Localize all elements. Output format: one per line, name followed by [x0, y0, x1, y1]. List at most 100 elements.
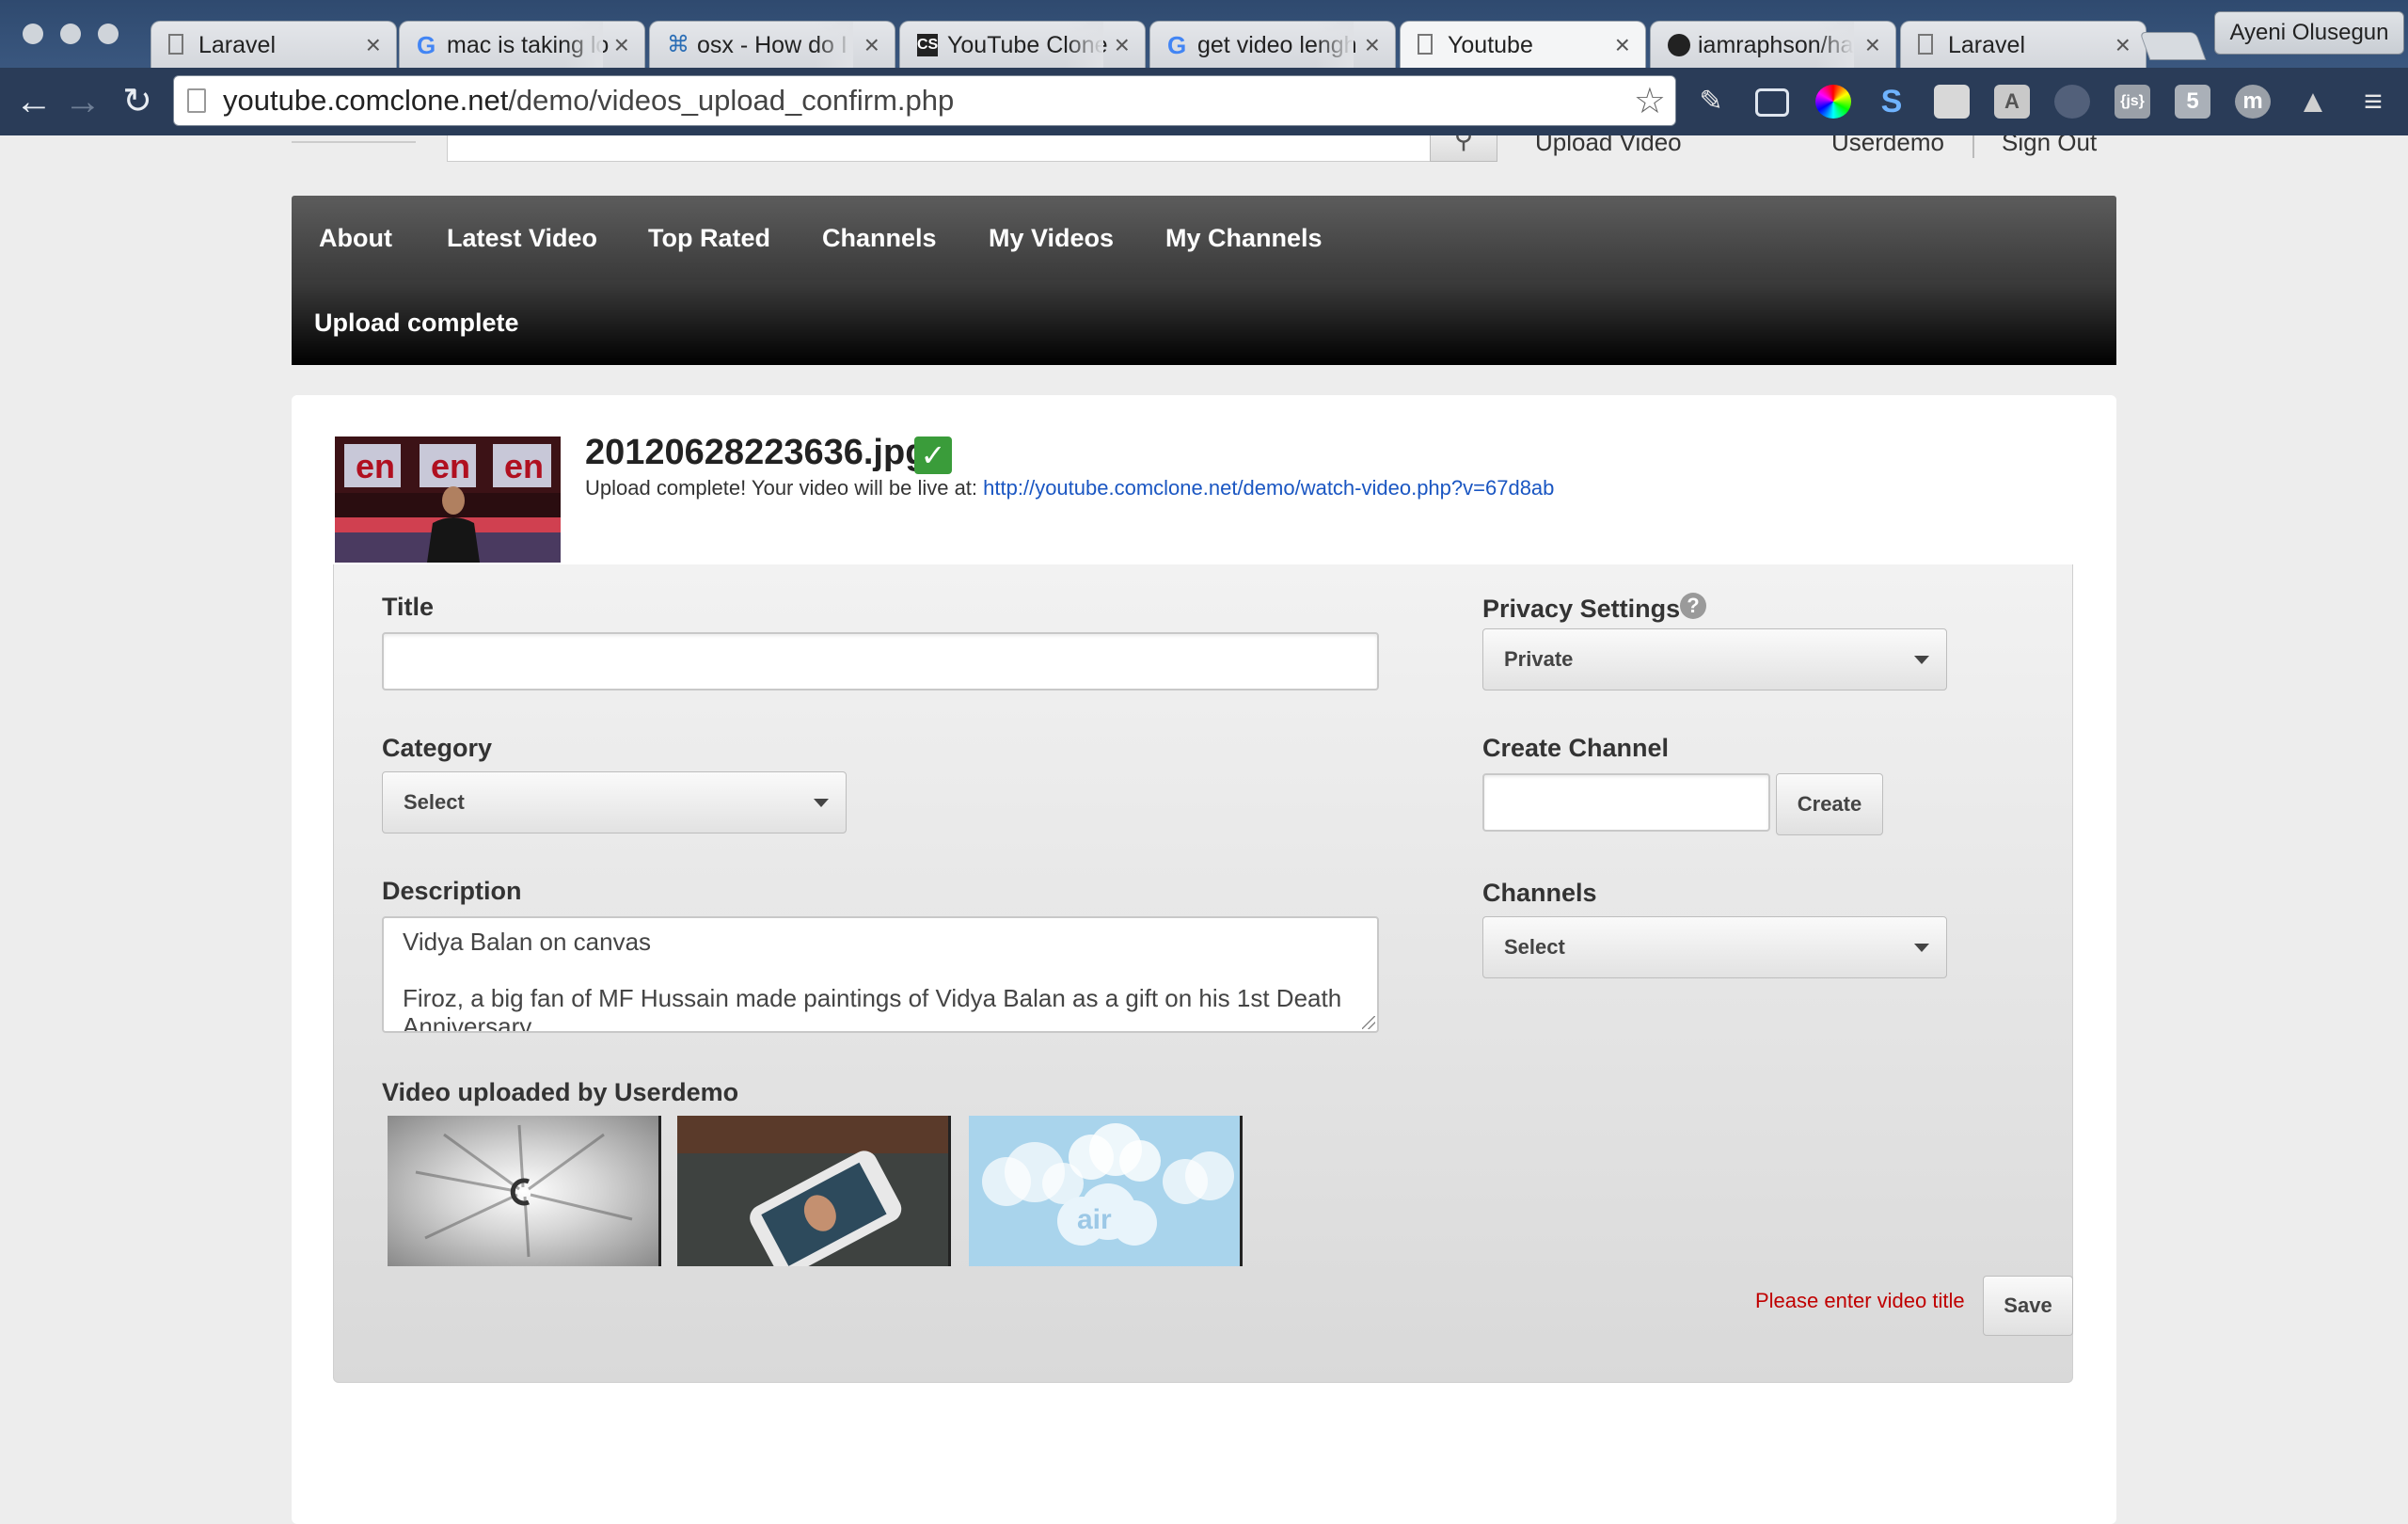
browser-tab-active[interactable]: Youtube × [1400, 21, 1646, 68]
shield-icon[interactable] [2054, 85, 2090, 119]
category-label: Category [382, 734, 493, 762]
close-icon[interactable]: × [1865, 22, 1880, 68]
create-button[interactable]: Create [1776, 773, 1883, 835]
description-line: Firoz, a big fan of MF Hussain made pain… [403, 984, 1342, 1033]
privacy-label: Privacy Settings [1482, 595, 1681, 623]
drive-icon[interactable]: ▲ [2295, 85, 2331, 119]
svg-text:en: en [431, 447, 470, 485]
address-bar[interactable]: youtube.comclone.net/demo/videos_upload_… [173, 75, 1676, 126]
eyedropper-icon[interactable]: ✎ [1693, 85, 1729, 119]
create-channel-label: Create Channel [1482, 734, 1670, 762]
site-header: ⚲ Upload Video Userdemo Sign Out [0, 135, 2408, 164]
url-text: youtube.comclone.net/demo/videos_upload_… [223, 76, 954, 125]
back-arrow-icon[interactable]: ← [13, 81, 55, 122]
page-icon [1418, 34, 1433, 55]
window-minimize-dot[interactable] [60, 24, 81, 44]
nav-my-channels[interactable]: My Channels [1165, 196, 1323, 280]
browser-tab[interactable]: iamraphson/ha × [1650, 21, 1896, 68]
browser-tab[interactable]: Laravel × [1900, 21, 2147, 68]
channels-label: Channels [1482, 879, 1597, 907]
tab-title: Youtube [1448, 32, 1533, 58]
search-icon: ⚲ [1453, 135, 1474, 153]
search-input[interactable] [447, 135, 1433, 162]
category-select[interactable]: Select [382, 771, 847, 833]
validation-error: Please enter video title [1755, 1289, 1965, 1312]
browser-tab-strip: Laravel × G mac is taking lo × ⌘ osx - H… [0, 0, 2408, 68]
profile-button[interactable]: Ayeni Olusegun [2214, 11, 2404, 55]
close-icon[interactable]: × [1115, 22, 1130, 68]
angular-icon[interactable]: A [1994, 85, 2030, 119]
m-icon[interactable]: m [2235, 85, 2271, 119]
chevron-down-icon [1914, 656, 1929, 664]
help-icon[interactable]: ? [1680, 593, 1706, 619]
new-tab-button[interactable] [2139, 32, 2207, 60]
user-link[interactable]: Userdemo [1831, 135, 1944, 157]
reload-icon[interactable]: ↻ [117, 81, 158, 122]
box-icon[interactable] [1934, 85, 1970, 119]
channels-select-value: Select [1504, 935, 1565, 959]
browser-tab[interactable]: Laravel × [150, 21, 397, 68]
video-watch-link[interactable]: http://youtube.comclone.net/demo/watch-v… [983, 476, 1554, 500]
close-icon[interactable]: × [1365, 22, 1380, 68]
browser-tab[interactable]: ⌘ osx - How do I × [649, 21, 895, 68]
bookmark-star-icon[interactable]: ☆ [1634, 80, 1666, 122]
upload-video-link[interactable]: Upload Video [1535, 135, 1682, 157]
command-key-icon: ⌘ [667, 32, 689, 57]
close-icon[interactable]: × [864, 22, 879, 68]
category-select-value: Select [404, 790, 465, 814]
nav-channels[interactable]: Channels [822, 196, 937, 280]
main-nav: About Latest Video Top Rated Channels My… [292, 196, 2116, 280]
svg-text:en: en [504, 447, 544, 485]
screen-icon[interactable] [1755, 88, 1789, 117]
uploaded-file-name: 20120628223636.jpg [585, 433, 927, 472]
chevron-down-icon [814, 799, 829, 807]
tab-title: Laravel [1948, 32, 2025, 58]
nav-about[interactable]: About [319, 196, 392, 280]
codecanyon-icon: CS [917, 34, 938, 56]
videos-label: Video uploaded by Userdemo [382, 1078, 739, 1106]
google-icon: G [1167, 31, 1187, 59]
window-zoom-dot[interactable] [98, 24, 119, 44]
create-channel-input[interactable] [1482, 773, 1770, 832]
svg-text:en: en [356, 447, 395, 485]
close-icon[interactable]: × [2115, 22, 2131, 68]
window-close-dot[interactable] [23, 24, 43, 44]
title-label: Title [382, 593, 435, 621]
upload-message-text: Upload complete! Your video will be live… [585, 476, 978, 500]
divider [1972, 135, 1974, 158]
nav-my-videos[interactable]: My Videos [989, 196, 1114, 280]
privacy-select[interactable]: Private [1482, 628, 1947, 691]
s-icon[interactable]: S [1874, 85, 1909, 119]
tab-title: Laravel [198, 32, 276, 58]
video-thumbnail[interactable] [677, 1116, 951, 1266]
nav-top-rated[interactable]: Top Rated [648, 196, 770, 280]
video-thumbnail[interactable]: air [969, 1116, 1243, 1266]
sign-out-link[interactable]: Sign Out [2002, 135, 2097, 157]
title-input[interactable] [382, 632, 1379, 691]
resize-handle-icon[interactable] [1362, 1016, 1375, 1029]
page-icon [168, 34, 183, 55]
forward-arrow-icon[interactable]: → [62, 81, 103, 122]
status-bar: Upload complete [292, 280, 2116, 365]
close-icon[interactable]: × [614, 22, 629, 68]
svg-text:air: air [1077, 1204, 1112, 1235]
nav-latest-video[interactable]: Latest Video [447, 196, 597, 280]
close-icon[interactable]: × [1615, 22, 1630, 68]
color-wheel-icon[interactable] [1815, 85, 1851, 119]
status-text: Upload complete [314, 309, 519, 337]
js-icon[interactable]: {js} [2115, 85, 2150, 119]
save-button[interactable]: Save [1983, 1276, 2073, 1336]
menu-icon[interactable]: ≡ [2355, 85, 2391, 119]
description-textarea[interactable]: Vidya Balan on canvas Firoz, a big fan o… [382, 916, 1379, 1033]
site-logo [292, 135, 416, 143]
search-button[interactable]: ⚲ [1430, 135, 1497, 162]
html5-icon[interactable]: 5 [2175, 85, 2210, 119]
upload-message: Upload complete! Your video will be live… [585, 476, 1554, 500]
close-icon[interactable]: × [366, 22, 381, 68]
channels-select[interactable]: Select [1482, 916, 1947, 978]
browser-tab[interactable]: G get video lengh × [1149, 21, 1396, 68]
browser-tab[interactable]: G mac is taking lo × [399, 21, 645, 68]
video-thumbnail[interactable] [388, 1116, 661, 1266]
uploaded-thumbnail: en en en [335, 437, 561, 563]
browser-tab[interactable]: CS YouTube Clone × [899, 21, 1146, 68]
